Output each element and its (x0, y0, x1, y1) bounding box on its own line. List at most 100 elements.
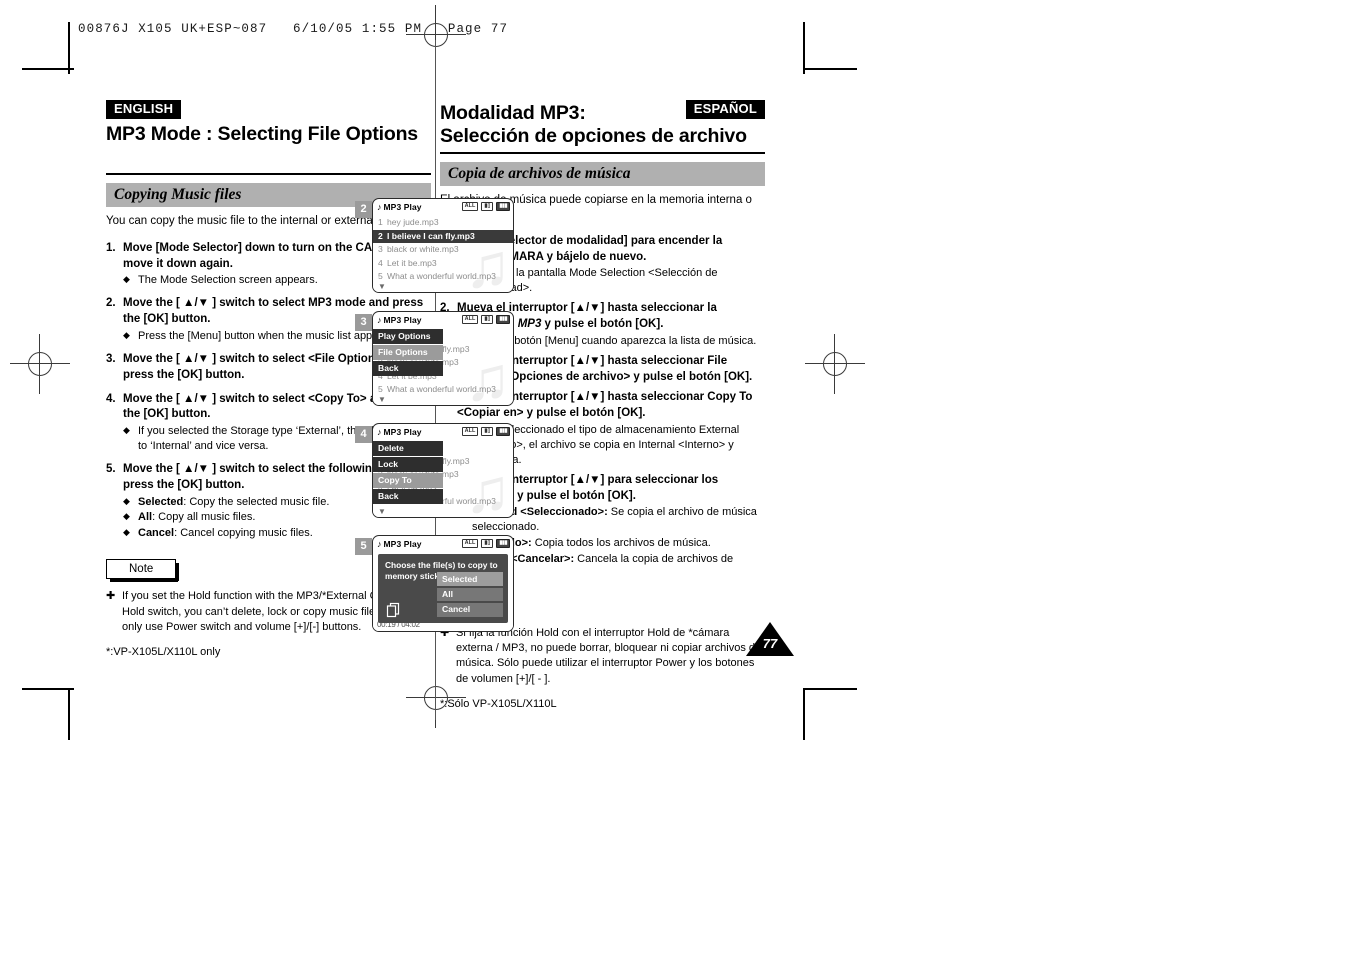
bullet-term: Cancel (138, 527, 175, 540)
memory-card-icon: ▮▯ (481, 202, 494, 211)
diamond-bullet-icon: ◆ (123, 329, 130, 340)
page-number-badge: 77 (746, 622, 794, 656)
step-text-italic: MP3 (517, 318, 542, 331)
dialog-option-all[interactable]: All (437, 587, 503, 602)
track-number: 5 (378, 271, 383, 282)
bullet-desc: : Copy the selected music file. (183, 495, 330, 508)
page-number-value: 77 (762, 636, 778, 651)
menu-item-delete[interactable]: Delete (373, 441, 443, 456)
track-number: 1 (378, 217, 383, 228)
menu-item-file-options[interactable]: File Options (373, 345, 443, 360)
screenshot-step-badge: 4 (355, 426, 372, 443)
english-title-rule (106, 173, 431, 176)
track-name: Let it be.mp3 (387, 257, 437, 268)
all-repeat-icon: ALL (461, 202, 479, 211)
step-number: 2. (106, 297, 116, 310)
menu-item-lock[interactable]: Lock (373, 457, 443, 472)
lcd-title: MP3 Play (383, 426, 422, 437)
lcd-frame: ♪ MP3 Play ALL ▮▯ ▮▮▮ ♫ 1hey jude.mp3 2I… (372, 423, 514, 518)
english-note-label: Note (106, 559, 180, 582)
lcd-title: MP3 Play (383, 538, 422, 549)
bullet-desc: : Copy all music files. (152, 511, 256, 524)
lcd-frame: ♪ MP3 Play ALL ▮▯ ▮▮▮ ♫ 1hey jude.mp3 2I… (372, 311, 514, 406)
track-item[interactable]: 5 What a wonderful world.mp3 (373, 383, 513, 397)
step-number: 5. (106, 462, 116, 475)
menu-item-play-options[interactable]: Play Options (373, 329, 443, 344)
menu-item-copy-to[interactable]: Copy To (373, 473, 443, 488)
track-list: 1 hey jude.mp3 2 I believe I can fly.mp3 3… (373, 214, 513, 284)
file-menu-overlay: Play Options File Options Back (373, 329, 443, 377)
track-item[interactable]: 4 Let it be.mp3 (373, 257, 513, 271)
bullet-desc: Copia todos los archivos de música. (531, 537, 711, 550)
step-text-post: y pulse el botón [OK]. (541, 318, 664, 331)
lcd-screenshot-2: 2 ♪ MP3 Play ALL ▮▯ ▮▮▮ ♫ 1 hey jude.mp3 … (355, 198, 520, 304)
spanish-title-rule (440, 152, 765, 154)
scroll-down-arrow-icon[interactable]: ▼ (378, 508, 386, 516)
lcd-title-bar: ♪ MP3 Play ALL ▮▯ ▮▮▮ (373, 199, 513, 214)
lcd-screenshot-5: 5 ♪ MP3 Play ALL ▮▯ ▮▮▮ 00:19 / 04:02 Ch… (355, 535, 520, 635)
dialog-option-cancel[interactable]: Cancel (437, 602, 503, 617)
lcd-screenshot-column: 2 ♪ MP3 Play ALL ▮▯ ▮▮▮ ♫ 1 hey jude.mp3 … (355, 198, 520, 642)
lcd-display-area: ♫ 1hey jude.mp3 2I believe I can fly.mp3… (373, 439, 513, 517)
diamond-bullet-icon: ◆ (123, 495, 130, 506)
spanish-language-tag: ESPAÑOL (685, 100, 765, 120)
lcd-display-area: 00:19 / 04:02 Choose the file(s) to copy… (373, 551, 513, 631)
battery-icon: ▮▮▮ (496, 315, 510, 324)
lcd-frame: ♪ MP3 Play ALL ▮▯ ▮▮▮ ♫ 1hey jude.mp3 2I… (372, 198, 514, 293)
crop-mark-bottom-left-vertical (68, 688, 70, 740)
screenshot-step-badge: 2 (355, 201, 372, 218)
all-repeat-icon: ALL (461, 315, 479, 324)
memory-card-icon: ▮▯ (481, 315, 494, 324)
diamond-bullet-icon: ◆ (123, 274, 130, 285)
track-number: 4 (378, 257, 383, 268)
track-name: black or white.mp3 (387, 244, 459, 255)
menu-item-back[interactable]: Back (373, 489, 443, 504)
track-name: What a wonderful world.mp3 (387, 384, 496, 395)
screenshot-step-badge: 3 (355, 314, 372, 331)
track-item[interactable]: 5 What a wonderful world.mp3 (373, 270, 513, 284)
english-language-tag: ENGLISH (106, 100, 182, 120)
lcd-title-bar: ♪ MP3 Play ALL ▮▯ ▮▮▮ (373, 424, 513, 439)
menu-item-back[interactable]: Back (373, 361, 443, 376)
lcd-title: MP3 Play (383, 201, 422, 212)
lcd-frame: ♪ MP3 Play ALL ▮▯ ▮▮▮ 00:19 / 04:02 Choo… (372, 535, 514, 632)
diamond-bullet-icon: ◆ (123, 511, 130, 522)
music-note-icon: ♪ (377, 314, 382, 325)
all-repeat-icon: ALL (461, 427, 479, 436)
track-item-selected[interactable]: 2 I believe I can fly.mp3 (373, 229, 513, 244)
lcd-display-area: ♫ 1hey jude.mp3 2I believe I can fly.mp3… (373, 327, 513, 405)
step-number: 3. (106, 352, 116, 365)
track-number: 3 (378, 244, 383, 255)
scroll-down-arrow-icon[interactable]: ▼ (378, 396, 386, 404)
lcd-title-bar: ♪ MP3 Play ALL ▮▯ ▮▮▮ (373, 312, 513, 327)
copy-files-icon (386, 602, 402, 618)
copy-confirm-dialog: Choose the file(s) to copy to memory sti… (378, 554, 508, 623)
registration-mark-right (805, 334, 865, 394)
bullet-term: Selected (138, 495, 184, 508)
lcd-display-area: ♫ 1hey jude.mp3 2I believe I can fly.mp3… (373, 214, 513, 292)
registration-mark-left (10, 334, 70, 394)
crop-mark-top-right-horizontal (805, 68, 857, 70)
spanish-footnote: *:Sólo VP-X105L/X110L (440, 698, 557, 711)
diamond-bullet-icon: ◆ (123, 425, 130, 436)
dialog-option-selected[interactable]: Selected (437, 572, 503, 587)
memory-card-icon: ▮▯ (481, 539, 494, 548)
print-slug: 00876J X105 UK+ESP~087 6/10/05 1:55 PM P… (78, 22, 509, 36)
track-name: I believe I can fly.mp3 (387, 230, 475, 241)
crop-mark-bottom-right-vertical (803, 688, 805, 740)
crop-mark-bottom-right-horizontal (805, 688, 857, 690)
music-note-icon: ♪ (377, 201, 382, 212)
crop-mark-top-right-vertical (803, 22, 805, 74)
track-item[interactable]: 3 black or white.mp3 (373, 243, 513, 257)
track-item[interactable]: 1 hey jude.mp3 (373, 216, 513, 230)
english-footnote: *:VP-X105L/X110L only (106, 646, 221, 659)
scroll-down-arrow-icon[interactable]: ▼ (378, 283, 386, 291)
lcd-title: MP3 Play (383, 314, 422, 325)
crop-mark-bottom-left-horizontal (22, 688, 74, 690)
track-name: hey jude.mp3 (387, 217, 439, 228)
clover-bullet-icon: ✚ (106, 590, 116, 603)
step-number: 1. (106, 241, 116, 254)
crop-mark-top-left-horizontal (22, 68, 74, 70)
bullet-desc: : Cancel copying music files. (174, 527, 313, 540)
music-note-icon: ♪ (377, 426, 382, 437)
